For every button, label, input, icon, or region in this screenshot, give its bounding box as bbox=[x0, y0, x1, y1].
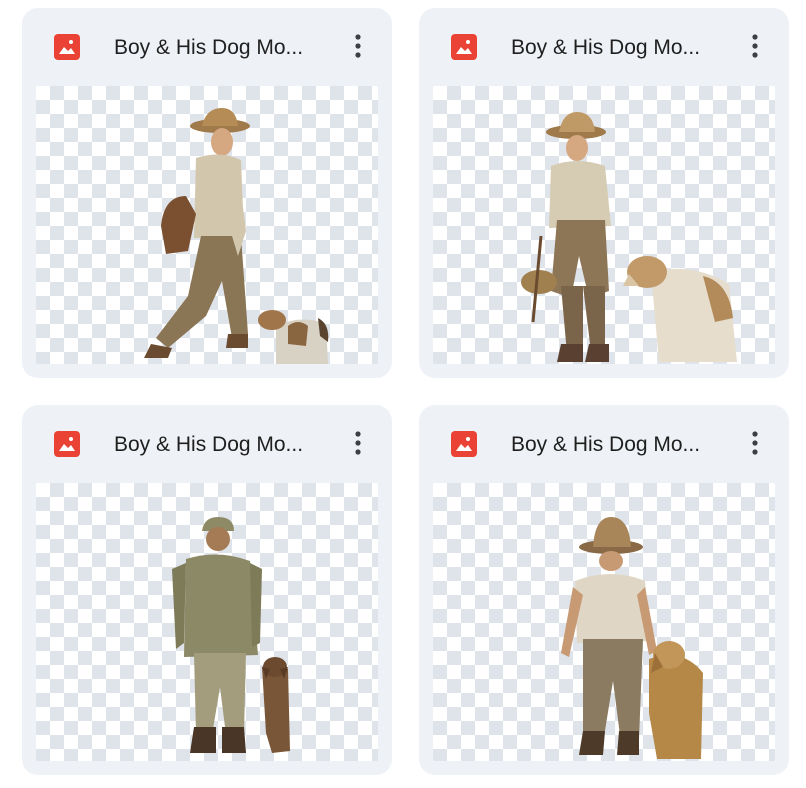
image-file-icon bbox=[54, 34, 80, 60]
more-vert-icon[interactable] bbox=[340, 423, 376, 463]
file-card[interactable]: Boy & His Dog Mo... bbox=[419, 405, 789, 775]
boy-and-dog-illustration bbox=[172, 517, 290, 753]
image-thumbnail[interactable] bbox=[433, 483, 775, 761]
more-vert-icon[interactable] bbox=[340, 26, 376, 66]
file-card-header[interactable]: Boy & His Dog Mo... bbox=[419, 8, 789, 86]
file-card-header[interactable]: Boy & His Dog Mo... bbox=[22, 405, 392, 483]
more-vert-icon[interactable] bbox=[737, 423, 773, 463]
file-card[interactable]: Boy & His Dog Mo... bbox=[22, 405, 392, 775]
more-vert-icon[interactable] bbox=[737, 26, 773, 66]
file-title: Boy & His Dog Mo... bbox=[511, 433, 701, 456]
file-card-header[interactable]: Boy & His Dog Mo... bbox=[419, 405, 789, 483]
boy-and-dog-illustration bbox=[521, 112, 737, 362]
image-thumbnail[interactable] bbox=[36, 86, 378, 364]
image-thumbnail[interactable] bbox=[433, 86, 775, 364]
boy-and-dog-illustration bbox=[561, 517, 703, 759]
file-card[interactable]: Boy & His Dog Mo... bbox=[419, 8, 789, 378]
image-file-icon bbox=[54, 431, 80, 457]
image-thumbnail[interactable] bbox=[36, 483, 378, 761]
file-title: Boy & His Dog Mo... bbox=[114, 433, 304, 456]
file-card[interactable]: Boy & His Dog Mo... bbox=[22, 8, 392, 378]
image-file-icon bbox=[451, 431, 477, 457]
file-card-header[interactable]: Boy & His Dog Mo... bbox=[22, 8, 392, 86]
file-title: Boy & His Dog Mo... bbox=[511, 36, 701, 59]
boy-and-dog-illustration bbox=[144, 108, 329, 364]
file-grid: Boy & His Dog Mo... Boy & His Dog Mo... … bbox=[0, 0, 806, 788]
file-title: Boy & His Dog Mo... bbox=[114, 36, 304, 59]
image-file-icon bbox=[451, 34, 477, 60]
